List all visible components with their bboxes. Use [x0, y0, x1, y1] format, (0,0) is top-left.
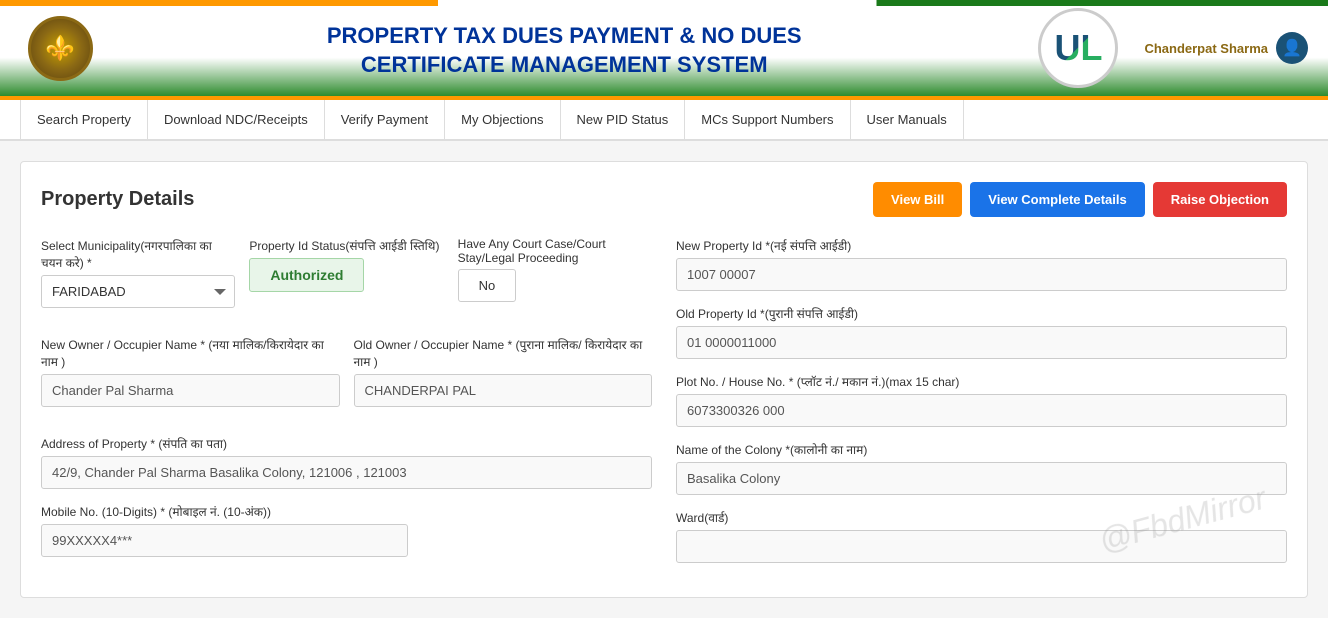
new-property-id-label: New Property Id *(नई संपत्ति आईडी) [676, 237, 1287, 254]
ward-field: Ward(वार्ड) [676, 509, 1287, 563]
emblem-logo: ⚜️ [20, 16, 100, 81]
plot-no-label: Plot No. / House No. * (प्लॉट नं./ मकान … [676, 373, 1287, 390]
ward-label: Ward(वार्ड) [676, 509, 1287, 526]
nav-new-pid-status[interactable]: New PID Status [561, 100, 686, 139]
court-case-value: No [458, 269, 517, 302]
colony-input[interactable] [676, 462, 1287, 495]
mobile-label: Mobile No. (10-Digits) * (मोबाइल नं. (10… [41, 503, 652, 520]
municipality-field: Select Municipality(नगरपालिका का चयन करे… [41, 237, 235, 308]
nav-search-property[interactable]: Search Property [20, 100, 148, 139]
court-case-label: Have Any Court Case/Court Stay/Legal Pro… [458, 237, 652, 265]
address-field: Address of Property * (संपति का पता) [41, 435, 652, 489]
raise-objection-button[interactable]: Raise Objection [1153, 182, 1287, 217]
address-input[interactable] [41, 456, 652, 489]
old-owner-field: Old Owner / Occupier Name * (पुराना मालि… [354, 336, 653, 407]
new-property-id-input[interactable] [676, 258, 1287, 291]
old-property-id-input[interactable] [676, 326, 1287, 359]
pid-status-field: Property Id Status(संपत्ति आईडी स्तिथि) … [249, 237, 443, 308]
header: ⚜️ PROPERTY TAX DUES PAYMENT & NO DUES C… [0, 0, 1328, 100]
header-center: PROPERTY TAX DUES PAYMENT & NO DUES CERT… [100, 16, 1028, 79]
haryana-emblem: ⚜️ [28, 16, 93, 81]
property-details-card: Property Details View Bill View Complete… [20, 161, 1308, 598]
page-title: Property Details [41, 188, 194, 211]
app-title: PROPERTY TAX DUES PAYMENT & NO DUES CERT… [100, 22, 1028, 79]
ul-logo: UL [1028, 8, 1128, 88]
left-column: Select Municipality(नगरपालिका का चयन करे… [41, 237, 652, 577]
main-content: Property Details View Bill View Complete… [0, 141, 1328, 618]
new-owner-label: New Owner / Occupier Name * (नया मालिक/क… [41, 336, 340, 370]
nav-verify-payment[interactable]: Verify Payment [325, 100, 445, 139]
view-bill-button[interactable]: View Bill [873, 182, 962, 217]
mobile-field: Mobile No. (10-Digits) * (मोबाइल नं. (10… [41, 503, 652, 557]
plot-no-field: Plot No. / House No. * (प्लॉट नं./ मकान … [676, 373, 1287, 427]
right-column: New Property Id *(नई संपत्ति आईडी) Old P… [676, 237, 1287, 577]
mobile-input[interactable] [41, 524, 408, 557]
nav-download-ndc[interactable]: Download NDC/Receipts [148, 100, 325, 139]
nav-mcs-support[interactable]: MCs Support Numbers [685, 100, 850, 139]
nav-my-objections[interactable]: My Objections [445, 100, 560, 139]
old-owner-label: Old Owner / Occupier Name * (पुराना मालि… [354, 336, 653, 370]
nav-user-manuals[interactable]: User Manuals [851, 100, 964, 139]
user-area: Chanderpat Sharma 👤 [1144, 32, 1308, 64]
new-owner-input[interactable] [41, 374, 340, 407]
court-case-field: Have Any Court Case/Court Stay/Legal Pro… [458, 237, 652, 308]
municipality-label: Select Municipality(नगरपालिका का चयन करे… [41, 237, 235, 271]
colony-label: Name of the Colony *(कालोनी का नाम) [676, 441, 1287, 458]
user-avatar-icon[interactable]: 👤 [1276, 32, 1308, 64]
old-property-id-field: Old Property Id *(पुरानी संपत्ति आईडी) [676, 305, 1287, 359]
colony-field: Name of the Colony *(कालोनी का नाम) [676, 441, 1287, 495]
navigation: Search Property Download NDC/Receipts Ve… [0, 100, 1328, 141]
ward-input[interactable] [676, 530, 1287, 563]
old-property-id-label: Old Property Id *(पुरानी संपत्ति आईडी) [676, 305, 1287, 322]
action-buttons: View Bill View Complete Details Raise Ob… [873, 182, 1287, 217]
plot-no-input[interactable] [676, 394, 1287, 427]
user-name: Chanderpat Sharma [1144, 41, 1268, 56]
new-owner-field: New Owner / Occupier Name * (नया मालिक/क… [41, 336, 340, 407]
old-owner-input[interactable] [354, 374, 653, 407]
authorized-status-badge: Authorized [249, 258, 364, 292]
property-form: Select Municipality(नगरपालिका का चयन करे… [41, 237, 1287, 577]
pid-status-label: Property Id Status(संपत्ति आईडी स्तिथि) [249, 237, 443, 254]
view-complete-details-button[interactable]: View Complete Details [970, 182, 1144, 217]
municipality-select[interactable]: FARIDABAD [41, 275, 235, 308]
address-label: Address of Property * (संपति का पता) [41, 435, 652, 452]
card-header: Property Details View Bill View Complete… [41, 182, 1287, 217]
new-property-id-field: New Property Id *(नई संपत्ति आईडी) [676, 237, 1287, 291]
